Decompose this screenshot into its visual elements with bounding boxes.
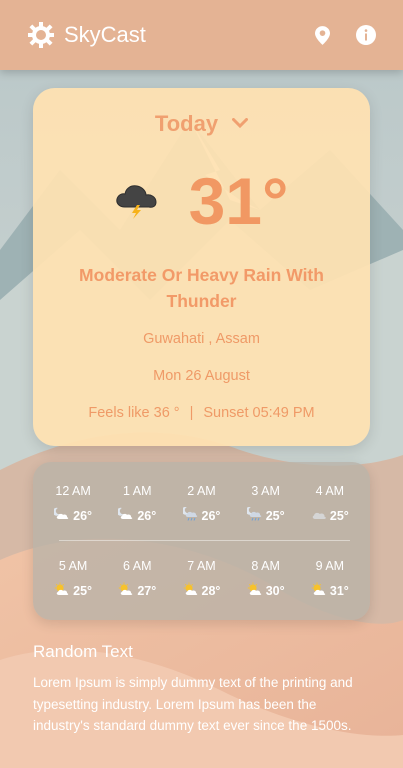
hour-temp: 25° bbox=[73, 583, 93, 598]
hourly-row: 5 AM 25° 6 AM 27° 7 AM 28° 8 AM 30° 9 AM 31° bbox=[41, 559, 362, 599]
cloud-icon bbox=[311, 507, 327, 524]
hour-temp: 31° bbox=[329, 583, 349, 598]
location-icon[interactable] bbox=[311, 24, 333, 46]
weather-condition: Moderate Or Heavy Rain With Thunder bbox=[79, 265, 324, 311]
info-icon[interactable] bbox=[355, 24, 377, 46]
hour-temp: 30° bbox=[265, 583, 285, 598]
brand: SkyCast bbox=[28, 22, 146, 48]
hourly-item[interactable]: 3 AM 25° bbox=[234, 484, 298, 524]
hourly-item[interactable]: 5 AM 25° bbox=[41, 559, 105, 599]
sun-gear-icon bbox=[28, 22, 54, 48]
partly-cloudy-icon bbox=[311, 582, 327, 599]
sunset-time: Sunset 05:49 PM bbox=[203, 405, 315, 421]
night-cloudy-icon bbox=[117, 507, 134, 524]
hour-time: 7 AM bbox=[187, 559, 216, 573]
hourly-item[interactable]: 9 AM 31° bbox=[298, 559, 362, 599]
hourly-row: 12 AM 26° 1 AM 26° 2 AM 26° 3 AM 25° 4 AM 25° bbox=[41, 484, 362, 524]
hourly-item[interactable]: 7 AM 28° bbox=[169, 559, 233, 599]
date-text: Mon 26 August bbox=[153, 368, 250, 384]
hourly-forecast-card: 12 AM 26° 1 AM 26° 2 AM 26° 3 AM 25° 4 AM 25° 5 A… bbox=[33, 462, 370, 620]
hour-time: 6 AM bbox=[123, 559, 152, 573]
hour-time: 5 AM bbox=[58, 559, 88, 573]
random-text-section: Random Text Lorem Ipsum is simply dummy … bbox=[33, 642, 373, 737]
hour-time: 2 AM bbox=[187, 484, 216, 498]
thunderstorm-icon bbox=[115, 179, 159, 224]
hour-time: 12 AM bbox=[55, 484, 91, 498]
hour-time: 9 AM bbox=[315, 559, 345, 573]
hour-time: 8 AM bbox=[251, 559, 280, 573]
night-rain-icon bbox=[181, 506, 199, 524]
hour-temp: 26° bbox=[137, 508, 157, 523]
partly-cloudy-icon bbox=[54, 582, 70, 599]
app-bar: SkyCast bbox=[0, 0, 403, 70]
hour-time: 3 AM bbox=[251, 484, 280, 498]
day-selector[interactable]: Today bbox=[33, 111, 370, 137]
hour-time: 1 AM bbox=[123, 484, 152, 498]
feels-like: Feels like 36 ° bbox=[88, 405, 180, 421]
night-rain-icon bbox=[245, 506, 263, 524]
hour-temp: 28° bbox=[201, 583, 221, 598]
hourly-item[interactable]: 4 AM 25° bbox=[298, 484, 362, 524]
hourly-item[interactable]: 8 AM 30° bbox=[234, 559, 298, 599]
hour-temp: 25° bbox=[265, 508, 285, 523]
hour-temp: 27° bbox=[137, 583, 157, 598]
divider bbox=[59, 540, 350, 541]
chevron-down-icon bbox=[232, 115, 249, 133]
hourly-item[interactable]: 6 AM 27° bbox=[105, 559, 169, 599]
app-title: SkyCast bbox=[64, 22, 146, 47]
partly-cloudy-icon bbox=[118, 582, 134, 599]
night-cloudy-icon bbox=[52, 507, 70, 524]
hour-temp: 25° bbox=[329, 508, 349, 523]
feels-sunset-row: Feels like 36 ° | Sunset 05:49 PM bbox=[33, 405, 370, 421]
hour-time: 4 AM bbox=[315, 484, 345, 498]
hour-temp: 26° bbox=[73, 508, 93, 523]
hourly-item[interactable]: 2 AM 26° bbox=[169, 484, 233, 524]
hourly-item[interactable]: 1 AM 26° bbox=[105, 484, 169, 524]
current-temperature: 31° bbox=[188, 164, 289, 238]
section-body: Lorem Ipsum is simply dummy text of the … bbox=[33, 675, 353, 733]
partly-cloudy-icon bbox=[247, 582, 263, 599]
location-text: Guwahati , Assam bbox=[143, 331, 260, 347]
partly-cloudy-icon bbox=[183, 582, 199, 599]
today-weather-card: Today 31° Moderate Or Heavy Rain With Th… bbox=[33, 88, 370, 446]
separator: | bbox=[189, 405, 194, 421]
day-label: Today bbox=[154, 111, 219, 136]
hourly-item[interactable]: 12 AM 26° bbox=[41, 484, 105, 524]
section-heading: Random Text bbox=[33, 642, 133, 661]
hour-temp: 26° bbox=[201, 508, 221, 523]
